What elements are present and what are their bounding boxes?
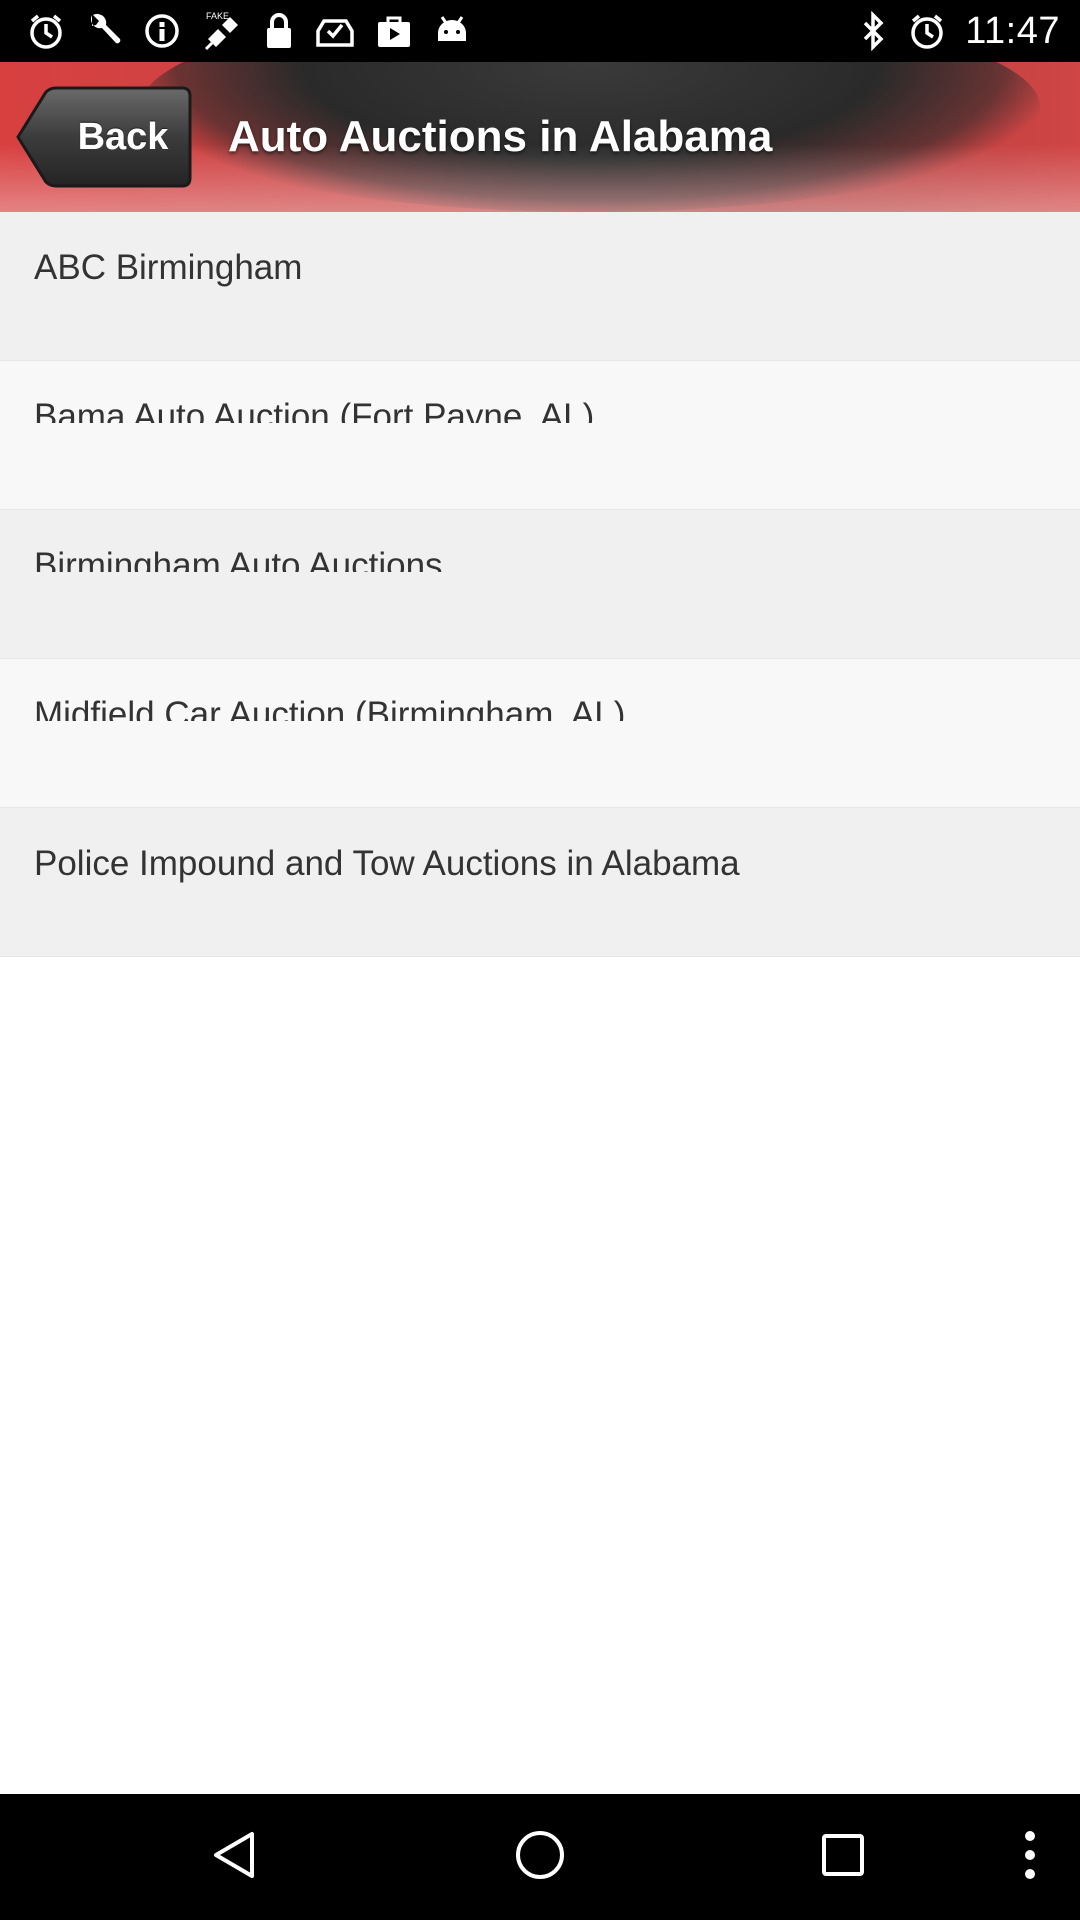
more-vert-icon (1020, 1828, 1040, 1887)
alarm-icon (907, 11, 947, 51)
nav-recents-button[interactable] (798, 1794, 888, 1920)
bluetooth-icon (859, 11, 889, 51)
svg-text:FAKE: FAKE (206, 11, 229, 21)
status-bar: FAKE 11:47 (0, 0, 1080, 62)
auction-list: ABC Birmingham Bama Auto Auction (Fort P… (0, 212, 1080, 957)
page-title: Auto Auctions in Alabama (228, 112, 773, 161)
info-icon (142, 11, 182, 51)
list-item[interactable]: Midfield Car Auction (Birmingham, AL) (0, 659, 1080, 808)
list-item[interactable]: Police Impound and Tow Auctions in Alaba… (0, 808, 1080, 957)
back-button-label: Back (77, 116, 169, 158)
status-icons-left: FAKE (26, 10, 472, 52)
list-item[interactable]: ABC Birmingham (0, 212, 1080, 361)
inbox-check-icon (314, 11, 356, 51)
status-icons-right: 11:47 (859, 8, 1060, 54)
navigation-bar (0, 1794, 1080, 1920)
list-item-label: Police Impound and Tow Auctions in Alaba… (34, 844, 740, 883)
fake-gps-icon: FAKE (200, 9, 244, 53)
wrench-icon (84, 11, 124, 51)
back-button[interactable]: Back (14, 84, 194, 190)
list-item-label: ABC Birmingham (34, 248, 303, 287)
recents-square-icon (818, 1830, 868, 1885)
play-bag-icon (374, 11, 414, 51)
lock-icon (262, 11, 296, 51)
alarm-icon (26, 11, 66, 51)
android-icon (432, 11, 472, 51)
list-item[interactable]: Birmingham Auto Auctions (0, 510, 1080, 659)
status-time: 11:47 (965, 9, 1060, 52)
home-circle-icon (513, 1828, 567, 1887)
back-triangle-icon (208, 1828, 262, 1887)
nav-home-button[interactable] (495, 1794, 585, 1920)
nav-menu-button[interactable] (1000, 1794, 1060, 1920)
app-header: Back Auto Auctions in Alabama (0, 62, 1080, 212)
list-item[interactable]: Bama Auto Auction (Fort Payne, AL) (0, 361, 1080, 510)
nav-back-button[interactable] (190, 1794, 280, 1920)
